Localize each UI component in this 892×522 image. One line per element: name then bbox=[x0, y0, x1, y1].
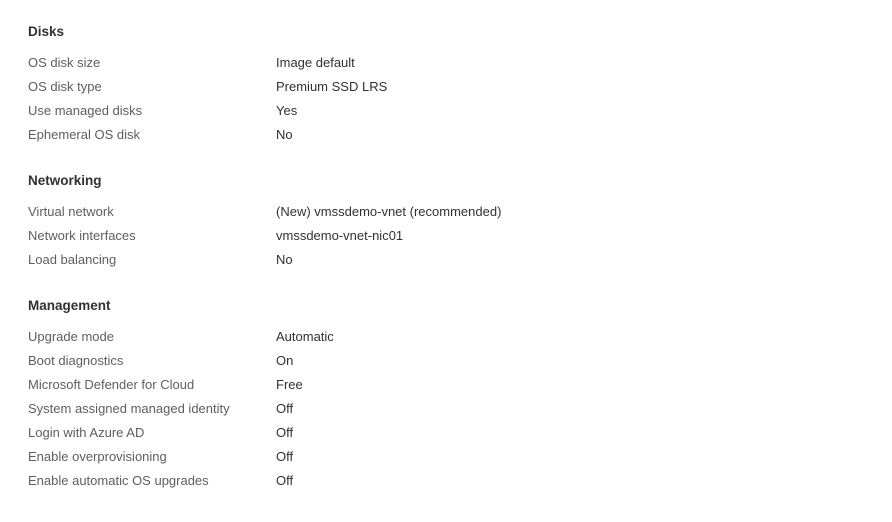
summary-row-enable-overprovisioning: Enable overprovisioning Off bbox=[28, 445, 868, 469]
summary-row-login-with-azure-ad: Login with Azure AD Off bbox=[28, 421, 868, 445]
row-label: Enable automatic OS upgrades bbox=[28, 473, 209, 488]
networking-section: Networking Virtual network (New) vmssdem… bbox=[28, 169, 868, 272]
row-value: Image default bbox=[276, 55, 355, 70]
row-value: Off bbox=[276, 401, 294, 416]
row-value: Yes bbox=[276, 103, 298, 118]
summary-row-upgrade-mode: Upgrade mode Automatic bbox=[28, 325, 868, 349]
row-label: System assigned managed identity bbox=[28, 401, 230, 416]
summary-row-network-interfaces: Network interfaces vmssdemo-vnet-nic01 bbox=[28, 224, 868, 248]
row-value: Off bbox=[276, 449, 294, 464]
row-label: Network interfaces bbox=[28, 228, 136, 243]
review-summary: Disks OS disk size Image default OS disk… bbox=[28, 20, 868, 493]
row-value: Automatic bbox=[276, 329, 334, 344]
summary-row-use-managed-disks: Use managed disks Yes bbox=[28, 99, 868, 123]
summary-row-boot-diagnostics: Boot diagnostics On bbox=[28, 349, 868, 373]
row-value: Premium SSD LRS bbox=[276, 79, 388, 94]
row-label: Microsoft Defender for Cloud bbox=[28, 377, 195, 392]
row-value: Off bbox=[276, 473, 294, 488]
row-label: Upgrade mode bbox=[28, 329, 114, 344]
row-label: Boot diagnostics bbox=[28, 353, 124, 368]
summary-row-load-balancing: Load balancing No bbox=[28, 248, 868, 272]
row-label: OS disk type bbox=[28, 79, 102, 94]
row-label: OS disk size bbox=[28, 55, 101, 70]
disks-section: Disks OS disk size Image default OS disk… bbox=[28, 20, 868, 147]
section-title-networking: Networking bbox=[28, 173, 102, 188]
management-section: Management Upgrade mode Automatic Boot d… bbox=[28, 294, 868, 493]
summary-row-automatic-os-upgrades: Enable automatic OS upgrades Off bbox=[28, 469, 868, 493]
row-label: Virtual network bbox=[28, 204, 114, 219]
section-title-management: Management bbox=[28, 298, 111, 313]
summary-row-ephemeral-os-disk: Ephemeral OS disk No bbox=[28, 123, 868, 147]
row-label: Login with Azure AD bbox=[28, 425, 145, 440]
row-label: Use managed disks bbox=[28, 103, 143, 118]
row-value: No bbox=[276, 252, 293, 267]
summary-row-virtual-network: Virtual network (New) vmssdemo-vnet (rec… bbox=[28, 200, 868, 224]
row-value: vmssdemo-vnet-nic01 bbox=[276, 228, 404, 243]
row-value: No bbox=[276, 127, 293, 142]
row-label: Enable overprovisioning bbox=[28, 449, 167, 464]
row-value: (New) vmssdemo-vnet (recommended) bbox=[276, 204, 502, 219]
section-title-disks: Disks bbox=[28, 24, 65, 39]
row-value: Free bbox=[276, 377, 303, 392]
summary-row-defender-for-cloud: Microsoft Defender for Cloud Free bbox=[28, 373, 868, 397]
row-value: Off bbox=[276, 425, 294, 440]
row-label: Ephemeral OS disk bbox=[28, 127, 140, 142]
summary-row-system-assigned-identity: System assigned managed identity Off bbox=[28, 397, 868, 421]
row-value: On bbox=[276, 353, 294, 368]
summary-row-os-disk-type: OS disk type Premium SSD LRS bbox=[28, 75, 868, 99]
summary-row-os-disk-size: OS disk size Image default bbox=[28, 51, 868, 75]
row-label: Load balancing bbox=[28, 252, 117, 267]
